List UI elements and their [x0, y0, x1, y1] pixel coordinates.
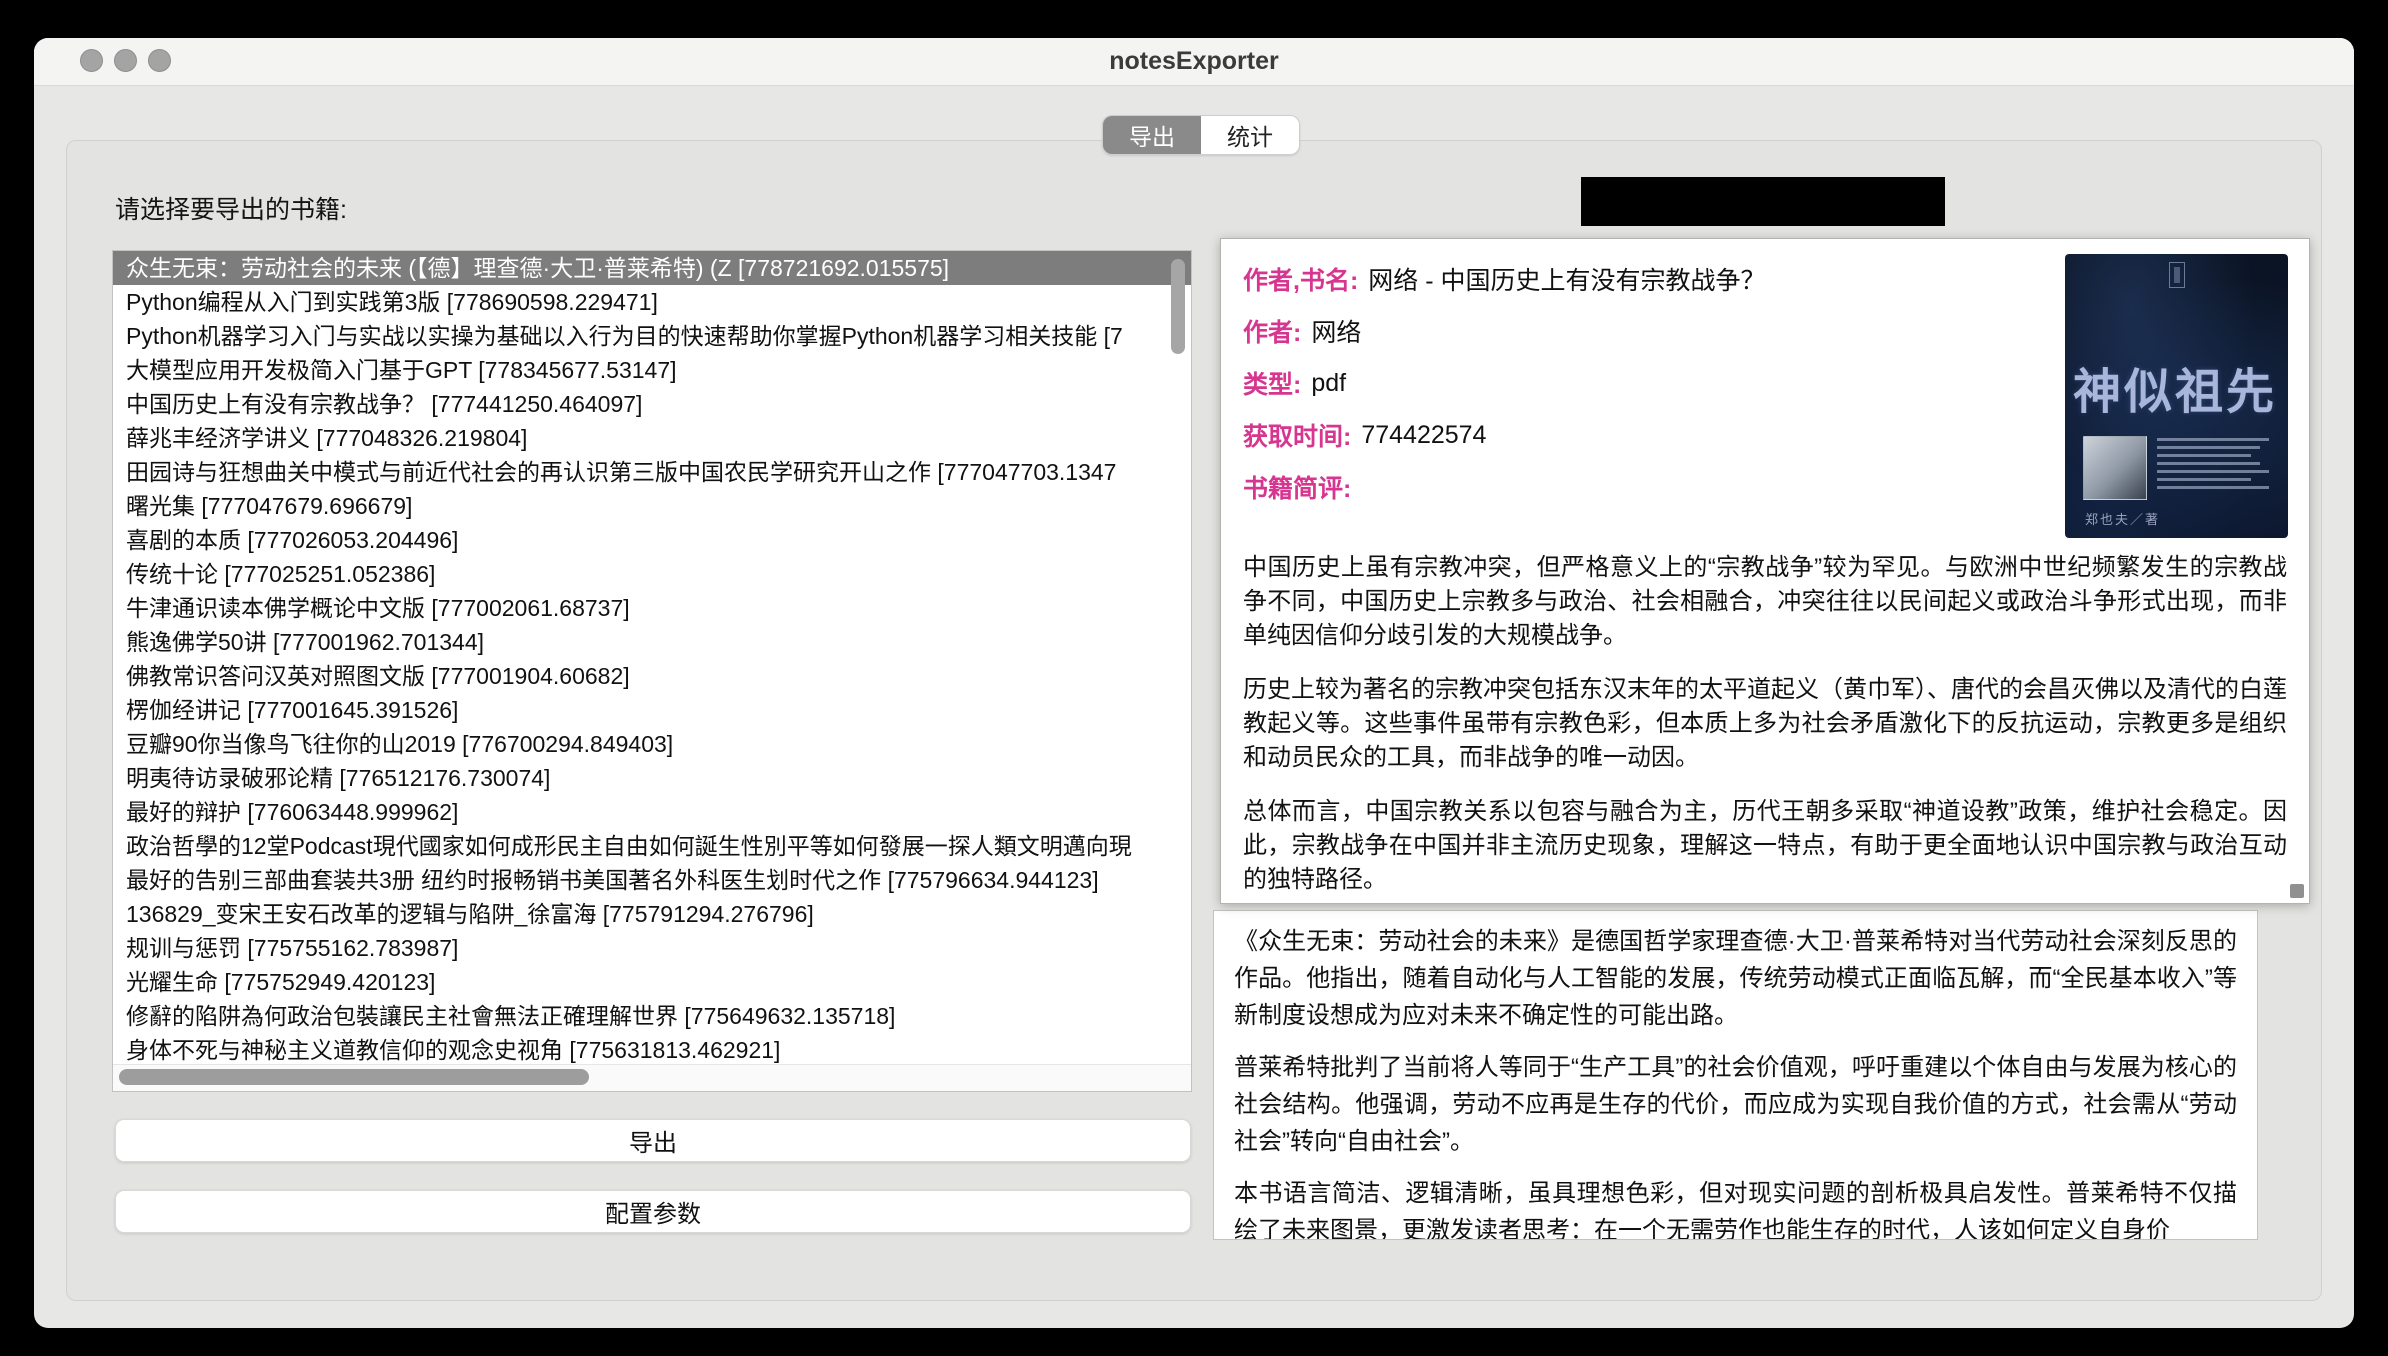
tab-bar: 导出 统计 — [1102, 115, 1300, 155]
list-item[interactable]: 明夷待访录破邪论精 [776512176.730074] — [113, 761, 1191, 795]
book-detail-panel: 作者,书名: 网络 - 中国历史上有没有宗教战争？ 作者: 网络类型: pdf 获取时间:… — [1220, 238, 2310, 904]
book-list: 众生无束：劳动社会的未来 (【德】理查德·大卫·普莱希特) (Z [778721… — [112, 250, 1192, 1092]
review-paragraph: 历史上较为著名的宗教冲突包括东汉末年的太平道起义（黄巾军）、唐代的会昌灭佛以及清… — [1243, 673, 2287, 775]
list-item[interactable]: 薛兆丰经济学讲义 [777048326.219804] — [113, 421, 1191, 455]
summary-paragraph: 《众生无束：劳动社会的未来》是德国哲学家理查德·大卫·普莱希特对当代劳动社会深刻… — [1234, 923, 2237, 1034]
list-item[interactable]: 楞伽经讲记 [777001645.391526] — [113, 693, 1191, 727]
list-item[interactable]: 修辭的陷阱為何政治包裝讓民主社會無法正確理解世界 [775649632.1357… — [113, 999, 1191, 1033]
review-paragraph: 中国历史上虽有宗教冲突，但严格意义上的“宗教战争”较为罕见。与欧洲中世纪频繁发生… — [1243, 551, 2287, 653]
summary-paragraph: 普莱希特批判了当前将人等同于“生产工具”的社会价值观，呼吁重建以个体自由与发展为… — [1234, 1049, 2237, 1160]
list-item[interactable]: 光耀生命 [775752949.420123] — [113, 965, 1191, 999]
tab-stats[interactable]: 统计 — [1201, 116, 1299, 154]
field-label: 书籍简评: — [1243, 469, 1351, 505]
list-item[interactable]: 熊逸佛学50讲 [777001962.701344] — [113, 625, 1191, 659]
book-review-text: 中国历史上虽有宗教冲突，但严格意义上的“宗教战争”较为罕见。与欧洲中世纪频繁发生… — [1243, 551, 2287, 904]
field-label: 作者,书名: — [1243, 261, 1358, 297]
list-item[interactable]: 喜剧的本质 [777026053.204496] — [113, 523, 1191, 557]
field-value: 网络 - 中国历史上有没有宗教战争？ — [1368, 261, 1765, 297]
cover-photo — [2083, 436, 2147, 500]
export-button[interactable]: 导出 — [115, 1119, 1191, 1162]
tab-export[interactable]: 导出 — [1103, 116, 1201, 154]
list-horizontal-scrollbar-track — [113, 1064, 1191, 1091]
field-label: 作者: — [1243, 313, 1301, 349]
cover-author-line: 郑也夫／著 — [2085, 509, 2160, 528]
list-vertical-scrollbar[interactable] — [1171, 259, 1185, 354]
list-item[interactable]: Python机器学习入门与实战以实操为基础以入行为目的快速帮助你掌握Python… — [113, 319, 1191, 353]
field-label: 获取时间: — [1243, 417, 1351, 453]
list-item[interactable]: 政治哲學的12堂Podcast現代國家如何成形民主自由如何誕生性別平等如何發展一… — [113, 829, 1191, 863]
list-item[interactable]: 规训与惩罚 [775755162.783987] — [113, 931, 1191, 965]
list-item[interactable]: 最好的辩护 [776063448.999962] — [113, 795, 1191, 829]
select-books-label: 请选择要导出的书籍: — [115, 190, 347, 226]
list-item[interactable]: 豆瓣90你当像鸟飞往你的山2019 [776700294.849403] — [113, 727, 1191, 761]
list-item[interactable]: 最好的告别三部曲套装共3册 纽约时报畅销书美国著名外科医生划时代之作 [7757… — [113, 863, 1191, 897]
window-title: notesExporter — [34, 38, 2354, 85]
list-item[interactable]: 众生无束：劳动社会的未来 (【德】理查德·大卫·普莱希特) (Z [778721… — [113, 251, 1191, 285]
list-item[interactable]: 佛教常识答问汉英对照图文版 [777001904.60682] — [113, 659, 1191, 693]
list-item[interactable]: Python编程从入门到实践第3版 [778690598.229471] — [113, 285, 1191, 319]
list-item[interactable]: 传统十论 [777025251.052386] — [113, 557, 1191, 591]
panel-resize-grip[interactable] — [2290, 884, 2304, 898]
field-label: 类型: — [1243, 365, 1301, 401]
list-horizontal-scrollbar[interactable] — [119, 1069, 589, 1085]
config-params-button[interactable]: 配置参数 — [115, 1190, 1191, 1233]
book-list-rows: 众生无束：劳动社会的未来 (【德】理查德·大卫·普莱希特) (Z [778721… — [113, 251, 1191, 1067]
list-item[interactable]: 田园诗与狂想曲关中模式与前近代社会的再认识第三版中国农民学研究开山之作 [777… — [113, 455, 1191, 489]
field-value: 774422574 — [1361, 421, 1486, 450]
summary-paragraph: 本书语言简洁、逻辑清晰，虽具理想色彩，但对现实问题的剖析极具启发性。普莱希特不仅… — [1234, 1175, 2237, 1240]
redacted-box — [1581, 177, 1945, 226]
list-item[interactable]: 中国历史上有没有宗教战争？ [777441250.464097] — [113, 387, 1191, 421]
list-item[interactable]: 136829_变宋王安石改革的逻辑与陷阱_徐富海 [775791294.2767… — [113, 897, 1191, 931]
field-value: 网络 — [1311, 313, 1361, 349]
app-window: notesExporter 导出 统计 请选择要导出的书籍: 众生无束：劳动社会… — [34, 38, 2354, 1328]
cover-fine-print — [2157, 438, 2269, 494]
list-item[interactable]: 牛津通识读本佛学概论中文版 [777002061.68737] — [113, 591, 1191, 625]
cover-emblem-icon — [2169, 262, 2185, 288]
title-bar: notesExporter — [34, 38, 2354, 86]
cover-title: 神似祖先 — [2073, 352, 2288, 422]
book-cover-image: 神似祖先 郑也夫／著 — [2065, 254, 2288, 538]
list-item[interactable]: 曙光集 [777047679.696679] — [113, 489, 1191, 523]
field-value: pdf — [1311, 369, 1346, 398]
list-item[interactable]: 身体不死与神秘主义道教信仰的观念史视角 [775631813.462921] — [113, 1033, 1191, 1067]
review-paragraph: 总体而言，中国宗教关系以包容与融合为主，历代王朝多采取“神道设教”政策，维护社会… — [1243, 795, 2287, 897]
list-item[interactable]: 大模型应用开发极简入门基于GPT [778345677.53147] — [113, 353, 1191, 387]
summary-textarea[interactable]: 《众生无束：劳动社会的未来》是德国哲学家理查德·大卫·普莱希特对当代劳动社会深刻… — [1213, 910, 2258, 1240]
